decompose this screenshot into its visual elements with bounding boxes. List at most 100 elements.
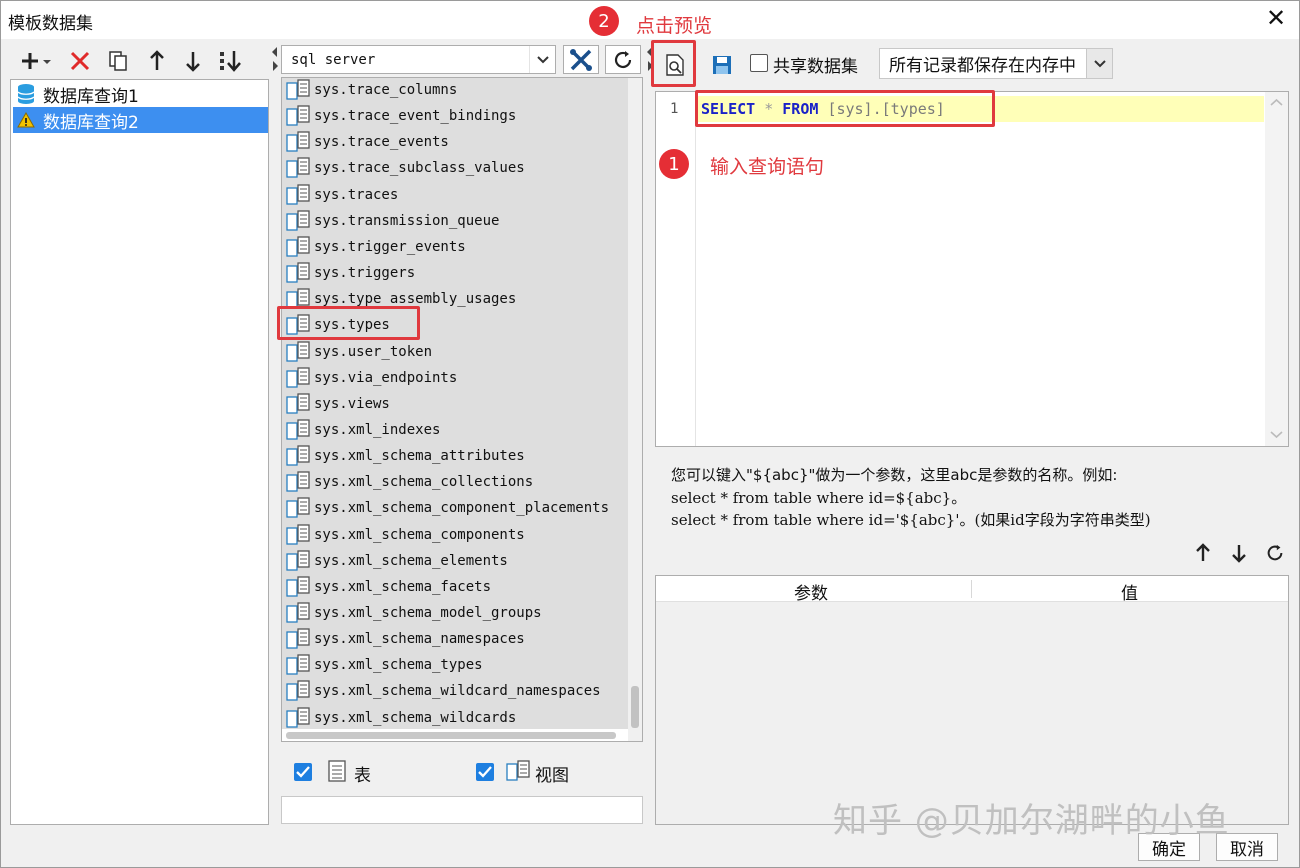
arrow-up-icon bbox=[150, 50, 164, 70]
table-list-item[interactable]: sys.xml_schema_attributes bbox=[282, 443, 628, 469]
refresh-icon bbox=[614, 50, 632, 68]
add-dataset-button[interactable] bbox=[18, 47, 52, 75]
view-icon bbox=[285, 262, 311, 284]
dataset-item-1[interactable]: 数据库查询1 bbox=[13, 81, 268, 107]
table-name: sys.trace_columns bbox=[314, 82, 458, 98]
table-name: sys.xml_schema_facets bbox=[314, 578, 492, 595]
preview-highlight bbox=[651, 40, 696, 87]
view-icon bbox=[285, 523, 311, 546]
tools-icon bbox=[570, 48, 592, 71]
table-list-item[interactable]: sys.views bbox=[282, 391, 628, 417]
share-dataset-checkbox[interactable] bbox=[750, 54, 768, 72]
save-button[interactable] bbox=[708, 51, 736, 79]
refresh-connection-button[interactable] bbox=[605, 45, 641, 74]
collapse-left-icon[interactable] bbox=[272, 47, 278, 57]
table-name: sys.trace_subclass_values bbox=[314, 160, 525, 177]
table-list-item[interactable]: sys.trace_events bbox=[282, 129, 628, 155]
table-list-item[interactable]: sys.xml_schema_component_placements bbox=[282, 495, 628, 521]
sql-editor[interactable]: 1 SELECT * FROM [sys].[types] bbox=[655, 91, 1289, 447]
view-icon bbox=[285, 157, 311, 179]
sort-button[interactable] bbox=[216, 47, 246, 75]
param-down-button[interactable] bbox=[1227, 541, 1251, 565]
warning-icon bbox=[15, 109, 37, 131]
table-name: sys.xml_schema_attributes bbox=[314, 448, 525, 465]
table-list-item[interactable]: sys.xml_schema_wildcards bbox=[282, 705, 628, 731]
table-search-input[interactable] bbox=[281, 796, 643, 824]
table-list-scrollbar[interactable] bbox=[628, 78, 642, 741]
view-icon bbox=[285, 340, 311, 363]
copy-icon bbox=[109, 51, 127, 71]
connection-value: sql server bbox=[291, 51, 376, 68]
view-icon bbox=[285, 131, 311, 153]
table-list-item[interactable]: sys.trace_event_bindings bbox=[282, 103, 628, 129]
table-filter-label: 表 bbox=[354, 766, 371, 786]
table-list-item[interactable]: sys.user_token bbox=[282, 339, 628, 365]
connection-settings-button[interactable] bbox=[563, 45, 599, 74]
line-number: 1 bbox=[670, 101, 679, 117]
table-list-item[interactable]: sys.xml_schema_collections bbox=[282, 469, 628, 495]
memory-mode-select[interactable]: 所有记录都保存在内存中 bbox=[879, 48, 1113, 79]
view-icon bbox=[506, 760, 530, 781]
view-icon bbox=[285, 236, 311, 258]
connection-select[interactable]: sql server bbox=[281, 45, 556, 74]
sql-highlight bbox=[695, 90, 995, 127]
table-list-item[interactable]: sys.xml_schema_components bbox=[282, 522, 628, 548]
table-list-item[interactable]: sys.trace_columns bbox=[282, 78, 628, 103]
dataset-item-2[interactable]: 数据库查询2 bbox=[13, 107, 268, 133]
table-name: sys.xml_schema_types bbox=[314, 657, 483, 674]
param-value-column[interactable]: 值 bbox=[1121, 579, 1138, 604]
table-list-item[interactable]: sys.via_endpoints bbox=[282, 365, 628, 391]
table-highlight bbox=[277, 306, 420, 340]
param-refresh-button[interactable] bbox=[1263, 541, 1287, 565]
view-icon bbox=[285, 183, 311, 206]
dataset-dialog: 模板数据集 ✕ 数据库查询1 数据库查询2 sql server sys.tra… bbox=[0, 0, 1300, 868]
table-list-item[interactable]: sys.xml_schema_types bbox=[282, 652, 628, 678]
table-list-item[interactable]: sys.traces bbox=[282, 182, 628, 208]
table-name: sys.xml_schema_components bbox=[314, 526, 525, 543]
scroll-down-icon bbox=[1270, 431, 1283, 439]
parameter-table-header: 参数 值 bbox=[656, 576, 1288, 604]
table-list-hscrollbar[interactable] bbox=[282, 729, 628, 741]
table-list-item[interactable]: sys.xml_schema_model_groups bbox=[282, 600, 628, 626]
view-icon bbox=[285, 680, 311, 702]
check-icon bbox=[296, 766, 310, 778]
table-name: sys.trace_events bbox=[314, 134, 449, 151]
view-filter-checkbox[interactable] bbox=[476, 763, 494, 781]
table-list-item[interactable]: sys.xml_schema_wildcard_namespaces bbox=[282, 678, 628, 704]
step-1-badge: 1 bbox=[659, 149, 689, 179]
table-list-item[interactable]: sys.trigger_events bbox=[282, 234, 628, 260]
table-list-item[interactable]: sys.transmission_queue bbox=[282, 208, 628, 234]
delete-icon bbox=[70, 51, 90, 71]
view-icon bbox=[285, 366, 311, 389]
delete-dataset-button[interactable] bbox=[66, 47, 94, 75]
param-hint-line-1: 您可以键入"${abc}"做为一个参数，这里abc是参数的名称。例如: bbox=[671, 466, 1118, 484]
table-list-item[interactable]: sys.xml_schema_elements bbox=[282, 548, 628, 574]
table-list-items: sys.trace_columns sys.trace_event_binding… bbox=[282, 78, 628, 736]
table-name: sys.traces bbox=[314, 186, 399, 203]
step-1-label: 输入查询语句 bbox=[710, 156, 825, 178]
table-list-item[interactable]: sys.triggers bbox=[282, 260, 628, 286]
copy-dataset-button[interactable] bbox=[104, 47, 132, 75]
dataset-toolbar bbox=[10, 43, 267, 79]
watermark: 知乎 @贝加尔湖畔的小鱼 bbox=[833, 801, 1230, 841]
table-filter-checkbox[interactable] bbox=[294, 763, 312, 781]
database-icon bbox=[15, 83, 37, 105]
table-name: sys.via_endpoints bbox=[314, 369, 458, 386]
close-button[interactable]: ✕ bbox=[1263, 5, 1289, 31]
table-list-item[interactable]: sys.xml_schema_facets bbox=[282, 574, 628, 600]
table-list-item[interactable]: sys.xml_schema_namespaces bbox=[282, 626, 628, 652]
param-up-button[interactable] bbox=[1191, 541, 1215, 565]
editor-scrollbar[interactable] bbox=[1265, 92, 1288, 446]
expand-right-icon[interactable] bbox=[272, 61, 278, 71]
table-name: sys.xml_schema_collections bbox=[314, 474, 534, 491]
move-down-button[interactable] bbox=[180, 47, 206, 75]
view-icon bbox=[285, 706, 311, 729]
param-hint-line-3: select * from table where id='${abc}'。(如… bbox=[671, 511, 1151, 529]
table-list-item[interactable]: sys.xml_indexes bbox=[282, 417, 628, 443]
param-hint-line-2: select * from table where id=${abc}。 bbox=[671, 489, 967, 507]
table-list-item[interactable]: sys.trace_subclass_values bbox=[282, 155, 628, 181]
param-name-column[interactable]: 参数 bbox=[794, 579, 828, 604]
dataset-item-label: 数据库查询2 bbox=[43, 112, 139, 133]
table-name: sys.views bbox=[314, 395, 390, 412]
move-up-button[interactable] bbox=[144, 47, 170, 75]
